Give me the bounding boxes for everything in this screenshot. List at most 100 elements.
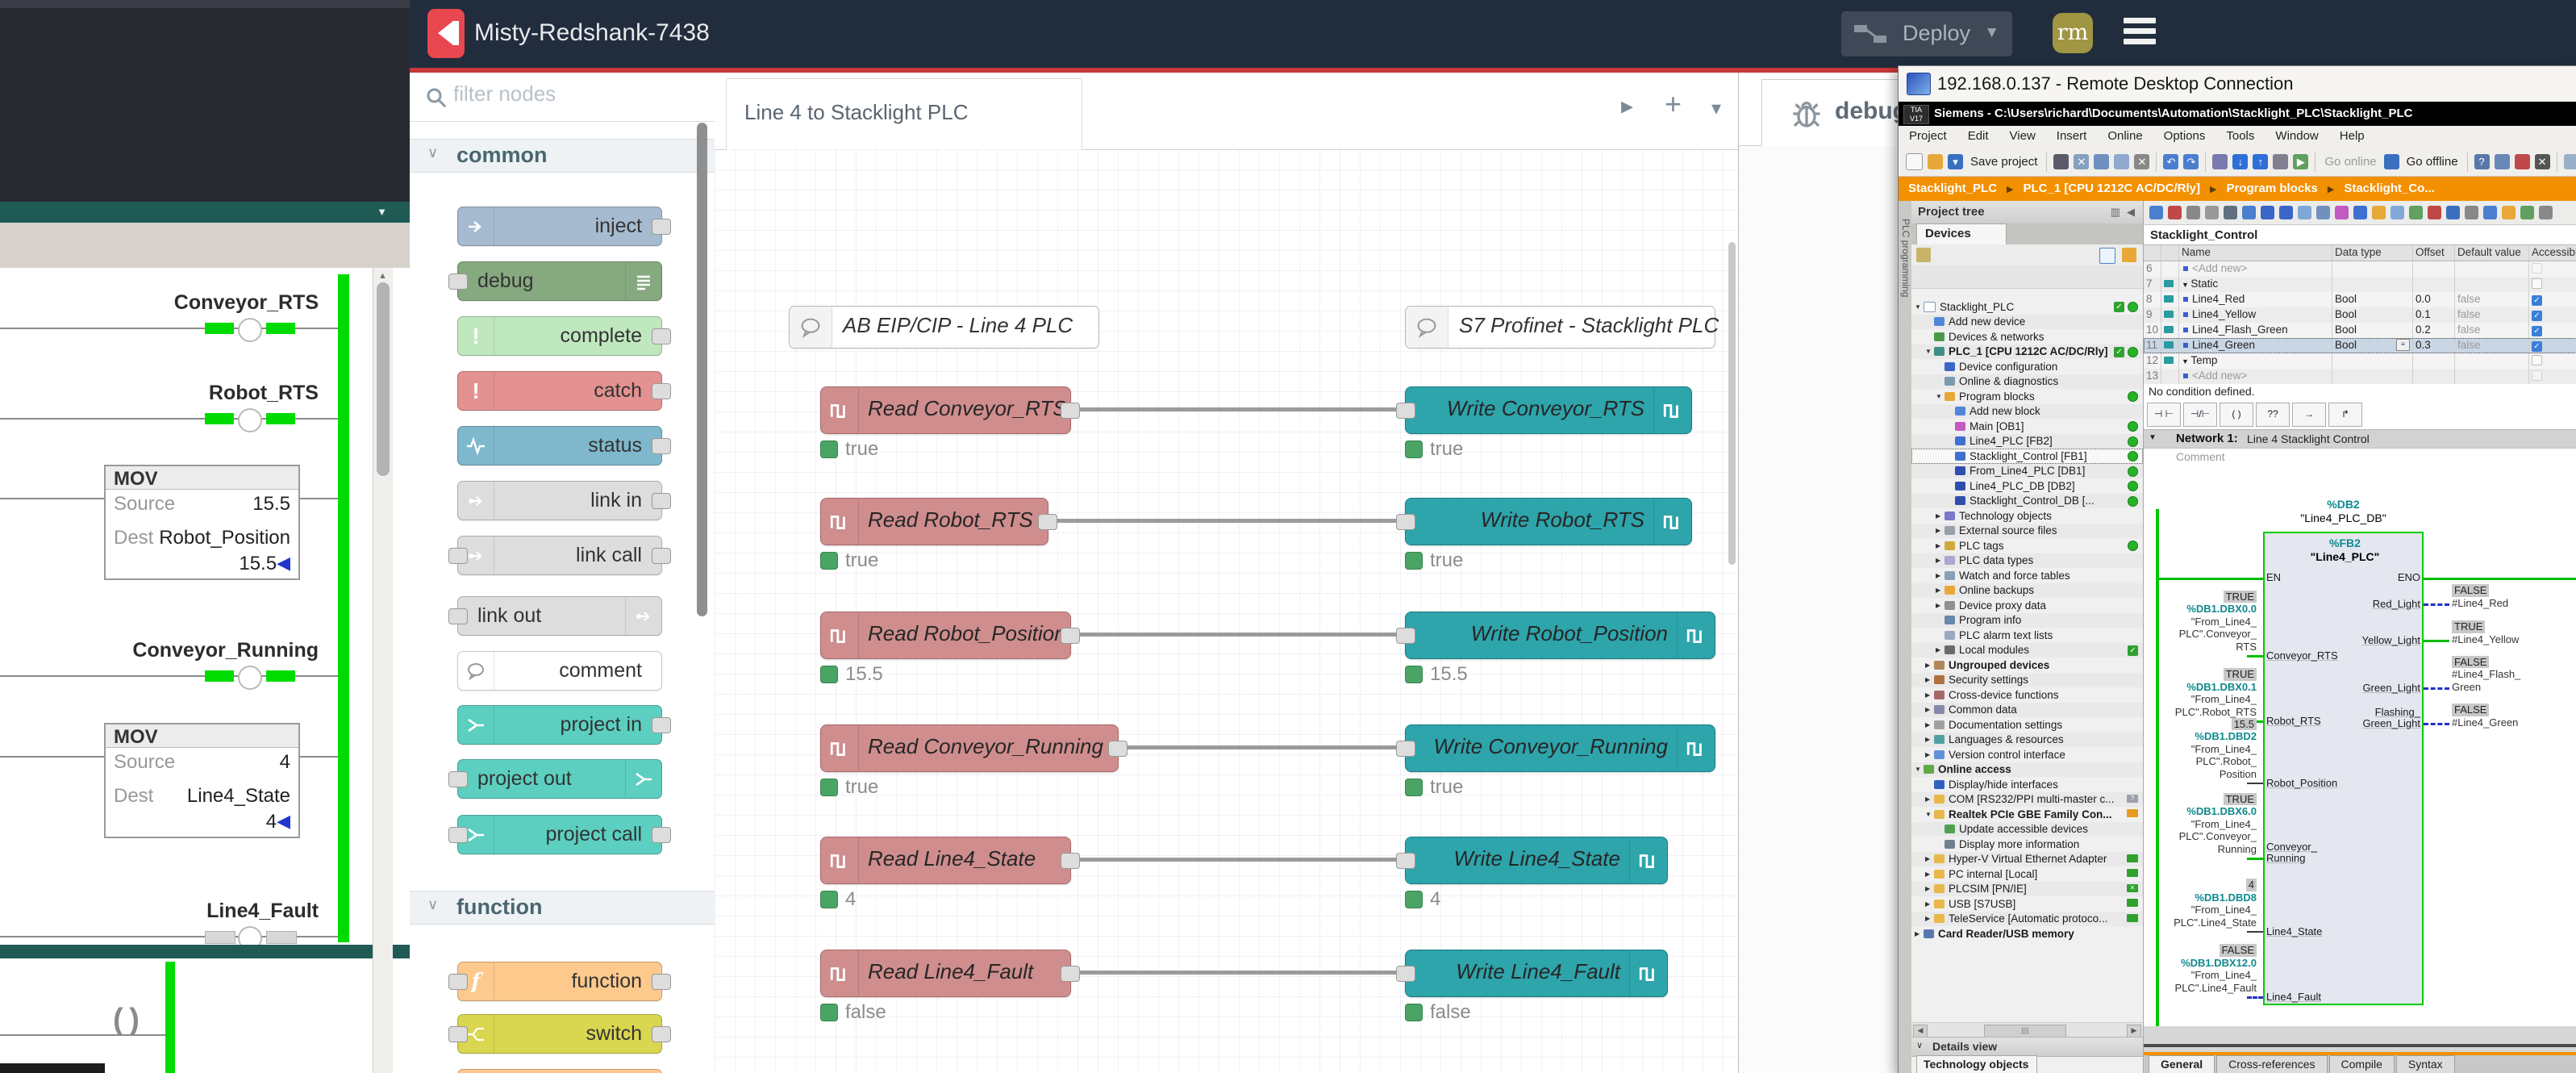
tree-item[interactable]: ▶TeleService [Automatic protoco...: [1911, 912, 2143, 927]
editor-tool-icon[interactable]: [2316, 206, 2330, 219]
tree-item[interactable]: ▶Card Reader/USB memory: [1911, 926, 2143, 941]
tree-item[interactable]: ▶Version control interface: [1911, 747, 2143, 762]
scroll-up-icon[interactable]: ▲: [378, 271, 387, 281]
lad-instruction-button[interactable]: ⊣ ⊢: [2147, 403, 2181, 427]
tree-item[interactable]: ▶Hyper-V Virtual Ethernet Adapter: [1911, 852, 2143, 867]
input-port[interactable]: [1396, 514, 1415, 530]
toolbar-icon[interactable]: [2384, 154, 2399, 169]
toolbar-icon[interactable]: [2273, 154, 2288, 169]
lad-instruction-button[interactable]: ??: [2256, 403, 2290, 427]
output-port[interactable]: [652, 438, 671, 454]
palette-node-project in[interactable]: project in: [457, 705, 662, 745]
tree-arrow-icon[interactable]: ▼: [1936, 393, 1945, 400]
write-node[interactable]: Write Robot_RTS: [1405, 498, 1692, 545]
tree-arrow-icon[interactable]: ▶: [1936, 646, 1945, 653]
tree-arrow-icon[interactable]: ▶: [1936, 527, 1945, 534]
inspector-tab-cross-references[interactable]: Cross-references: [2216, 1055, 2327, 1073]
toolbar-icon[interactable]: [2114, 154, 2129, 169]
tree-item[interactable]: Display more information: [1911, 837, 2143, 852]
ladder-scrollbar-thumb[interactable]: [377, 282, 390, 476]
output-port[interactable]: [652, 717, 671, 733]
sort-icon[interactable]: [2122, 248, 2136, 262]
tree-item[interactable]: Program info: [1911, 613, 2143, 628]
input-port[interactable]: [448, 1026, 468, 1042]
lad-instruction-button[interactable]: ( ): [2220, 403, 2253, 427]
comment-node[interactable]: S7 Profinet - Stacklight PLC: [1405, 306, 1715, 349]
ladder-split-bar[interactable]: [0, 945, 410, 958]
tree-arrow-icon[interactable]: ▶: [1925, 871, 1934, 878]
editor-tool-icon[interactable]: [2186, 206, 2200, 219]
menu-options[interactable]: Options: [2153, 129, 2216, 143]
table-row[interactable]: 8Line4_RedBool0.0false✓: [2144, 292, 2576, 307]
tree-arrow-icon[interactable]: ▼: [1925, 348, 1934, 355]
toolbar-icon[interactable]: ↷: [2183, 154, 2199, 169]
tree-arrow-icon[interactable]: ▶: [1925, 855, 1934, 862]
avatar[interactable]: rm: [2053, 13, 2093, 53]
editor-tool-icon[interactable]: [2149, 206, 2163, 219]
input-port[interactable]: [1396, 403, 1415, 419]
palette-node-project out[interactable]: project out: [457, 759, 662, 799]
tree-arrow-icon[interactable]: ▶: [1925, 885, 1934, 892]
rdp-titlebar[interactable]: 192.168.0.137 - Remote Desktop Connectio…: [1899, 66, 2576, 102]
palette-scrollbar[interactable]: [697, 123, 708, 1073]
tree-arrow-icon[interactable]: ▼: [1915, 303, 1924, 311]
write-node[interactable]: Write Conveyor_RTS: [1405, 386, 1692, 434]
menu-icon[interactable]: [2124, 18, 2156, 49]
output-port[interactable]: [652, 219, 671, 235]
tree-item[interactable]: PLC alarm text lists: [1911, 628, 2143, 643]
tree-item[interactable]: Line4_PLC_DB [DB2]: [1911, 478, 2143, 494]
tree-arrow-icon[interactable]: ▶: [1925, 751, 1934, 758]
menu-project[interactable]: Project: [1899, 129, 1957, 143]
read-node[interactable]: Read Conveyor_Running: [820, 724, 1119, 772]
editor-tool-icon[interactable]: [2261, 206, 2274, 219]
tree-item[interactable]: Add new block: [1911, 404, 2143, 420]
palette-scrollbar-thumb[interactable]: [697, 123, 707, 616]
toolbar-icon[interactable]: [2212, 154, 2228, 169]
tree-item[interactable]: ▶Common data: [1911, 703, 2143, 718]
table-view-icon[interactable]: [2099, 248, 2115, 264]
output-port[interactable]: [652, 548, 671, 564]
palette-node-switch[interactable]: switch: [457, 1014, 662, 1054]
output-port[interactable]: [652, 974, 671, 990]
input-port[interactable]: [448, 608, 468, 624]
tree-item[interactable]: ▶PLC tags: [1911, 538, 2143, 553]
palette-node-partial[interactable]: [457, 1069, 662, 1073]
menu-tools[interactable]: Tools: [2215, 129, 2265, 143]
inspector-tab-general[interactable]: General: [2149, 1055, 2215, 1073]
input-port[interactable]: [448, 273, 468, 290]
tree-arrow-icon[interactable]: ▶: [1925, 795, 1934, 803]
tree-item[interactable]: ▶Watch and force tables: [1911, 568, 2143, 583]
tree-item[interactable]: Device configuration: [1911, 359, 2143, 374]
editor-tool-icon[interactable]: [2520, 206, 2534, 219]
tree-arrow-icon[interactable]: ▶: [1936, 587, 1945, 594]
details-view-header[interactable]: ∨ Details view: [1911, 1037, 2143, 1057]
tree-tool-icon[interactable]: [1916, 248, 1931, 262]
input-port[interactable]: [448, 771, 468, 787]
tree-item[interactable]: Main [OB1]: [1911, 419, 2143, 434]
tree-hscroll-thumb[interactable]: ||||: [1984, 1025, 2066, 1038]
breadcrumb-segment[interactable]: Stacklight_Co...: [2344, 182, 2435, 195]
toolbar-icon[interactable]: +: [1906, 153, 1923, 170]
network-header[interactable]: ▼ Network 1: Line 4 Stacklight Control: [2144, 429, 2576, 449]
tree-arrow-icon[interactable]: ▶: [1936, 542, 1945, 549]
tree-item[interactable]: Devices & networks: [1911, 329, 2143, 344]
editor-tool-icon[interactable]: [2224, 206, 2237, 219]
tree-arrow-icon[interactable]: ▶: [1936, 572, 1945, 579]
toolbar-icon[interactable]: [2515, 154, 2530, 169]
toolbar-label[interactable]: Save project: [1970, 155, 2037, 169]
tree-arrow-icon[interactable]: ▶: [1925, 900, 1934, 908]
input-port[interactable]: [448, 974, 468, 990]
tree-item[interactable]: Online & diagnostics: [1911, 374, 2143, 390]
scroll-right-icon[interactable]: ▶: [2127, 1025, 2141, 1038]
palette-node-function[interactable]: ffunction: [457, 962, 662, 1001]
menu-help[interactable]: Help: [2329, 129, 2375, 143]
output-port[interactable]: [652, 383, 671, 399]
input-port[interactable]: [1396, 966, 1415, 982]
table-row[interactable]: 10Line4_Flash_GreenBool0.2false✓: [2144, 323, 2576, 338]
output-port[interactable]: [1038, 514, 1057, 530]
editor-tool-icon[interactable]: [2465, 206, 2478, 219]
output-port[interactable]: [652, 1026, 671, 1042]
palette-node-status[interactable]: status: [457, 426, 662, 466]
tree-arrow-icon[interactable]: ▶: [1925, 736, 1934, 743]
input-port[interactable]: [448, 548, 468, 564]
